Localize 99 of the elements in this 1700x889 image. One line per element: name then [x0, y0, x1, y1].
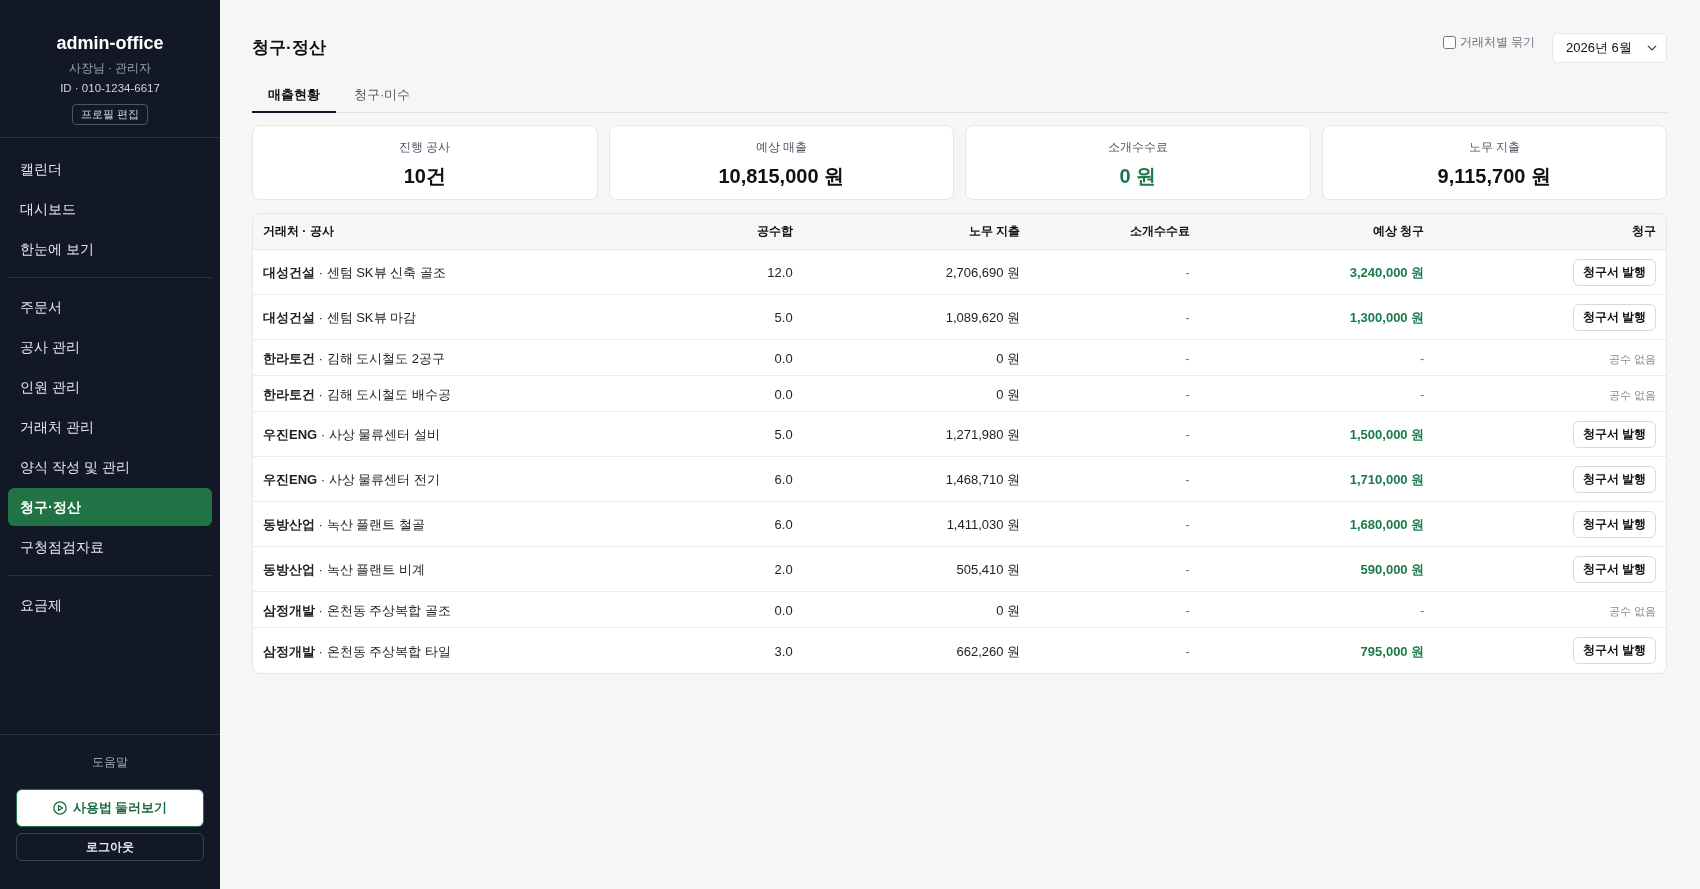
column-header: 예상 청구 — [1372, 223, 1425, 241]
table-cell-text: 1,680,000 원 — [1349, 516, 1425, 535]
issue-invoice-button[interactable]: 청구서 발행 — [1572, 465, 1656, 493]
table-cell-text: 삼정개발 · 온천동 주상복합 타일 — [263, 642, 451, 661]
table-cell-text: 6.0 — [774, 516, 793, 535]
page-title: 청구·정산 — [252, 37, 326, 59]
nav-item[interactable]: 캘린더 — [8, 150, 212, 188]
table-cell-text: - — [1185, 601, 1190, 620]
tab[interactable]: 매출현황 — [252, 79, 336, 113]
account-name: admin-office — [55, 32, 165, 55]
nav-item[interactable]: 양식 작성 및 관리 — [8, 448, 212, 486]
table-cell-text: 1,500,000 원 — [1349, 426, 1425, 445]
table-cell-text: 662,260 원 — [956, 642, 1021, 661]
table-cell-text: 12.0 — [767, 264, 793, 283]
nav-item[interactable]: 구청점검자료 — [8, 528, 212, 566]
tab[interactable]: 청구·미수 — [338, 79, 427, 113]
column-header: 청구 — [1632, 223, 1656, 241]
table-cell-text: 1,300,000 원 — [1349, 309, 1425, 328]
table-cell-text: 0.0 — [774, 601, 793, 620]
stat-value: 0 원 — [1118, 164, 1158, 189]
table-cell-text: 삼정개발 · 온천동 주상복합 골조 — [263, 601, 451, 620]
table-cell-text: 505,410 원 — [956, 561, 1021, 580]
nav-item[interactable]: 공사 관리 — [8, 328, 212, 366]
table-cell-text: 590,000 원 — [1360, 561, 1425, 580]
table-cell-text: 0 원 — [996, 601, 1021, 620]
table-cell-text: 0 원 — [996, 349, 1021, 368]
issue-invoice-button[interactable]: 청구서 발행 — [1572, 555, 1656, 583]
issue-invoice-button[interactable]: 청구서 발행 — [1572, 303, 1656, 331]
table-cell-text: - — [1419, 601, 1425, 620]
table-cell-text: 한라토건 · 김해 도시철도 2공구 — [263, 349, 445, 368]
nav-item[interactable]: 주문서 — [8, 288, 212, 326]
nav-item[interactable]: 청구·정산 — [8, 488, 212, 526]
table-cell-text: 동방산업 · 녹산 플랜트 비계 — [263, 561, 425, 580]
table-cell-text: 0 원 — [996, 385, 1021, 404]
column-header: 거래처 · 공사 — [263, 223, 334, 241]
table-cell-text: 우진ENG · 사상 물류센터 전기 — [263, 471, 440, 490]
status-note: 공수 없음 — [1608, 387, 1656, 403]
stat-value: 10,815,000 원 — [717, 164, 846, 189]
stat-label: 예상 매출 — [754, 139, 808, 155]
table-cell-text: - — [1185, 309, 1190, 328]
table-cell-text: 2,706,690 원 — [945, 264, 1021, 283]
play-circle-icon — [52, 801, 67, 815]
account-role: 사장님 · 관리자 — [67, 61, 153, 76]
table-cell-text: 1,411,030 원 — [946, 516, 1021, 535]
table-cell-text: 3,240,000 원 — [1349, 264, 1425, 283]
table-cell-text: - — [1419, 385, 1425, 404]
table-cell-text: 대성건설 · 센텀 SK뷰 마감 — [263, 309, 417, 328]
table-cell-text: 1,089,620 원 — [945, 309, 1021, 328]
nav-item[interactable]: 거래처 관리 — [8, 408, 212, 446]
nav-item[interactable]: 한눈에 보기 — [8, 230, 212, 268]
table-cell-text: 0.0 — [774, 349, 793, 368]
table-cell-text: - — [1185, 561, 1190, 580]
table-cell-text: 3.0 — [774, 642, 793, 661]
table-cell-text: - — [1185, 385, 1190, 404]
table-cell-text: 0.0 — [774, 385, 793, 404]
table-cell-text: 6.0 — [774, 471, 793, 490]
table-cell-text: 동방산업 · 녹산 플랜트 철골 — [263, 516, 425, 535]
table-cell-text: 1,710,000 원 — [1349, 471, 1425, 490]
table-cell-text: 우진ENG · 사상 물류센터 설비 — [263, 426, 440, 445]
table-cell-text: 한라토건 · 김해 도시철도 배수공 — [263, 385, 451, 404]
nav-item[interactable]: 요금제 — [8, 586, 212, 624]
issue-invoice-button[interactable]: 청구서 발행 — [1572, 510, 1656, 538]
table-cell-text: 대성건설 · 센텀 SK뷰 신축 골조 — [263, 264, 446, 283]
issue-invoice-button[interactable]: 청구서 발행 — [1572, 637, 1656, 665]
month-select[interactable]: 2026년 6월 — [1552, 33, 1667, 63]
checkbox-label: 거래처별 묶기 — [1459, 34, 1535, 51]
nav-item[interactable]: 인원 관리 — [8, 368, 212, 406]
table-cell-text: 1,468,710 원 — [945, 471, 1021, 490]
table-cell-text: - — [1185, 349, 1190, 368]
table-cell-text: - — [1185, 642, 1190, 661]
checkbox[interactable] — [1442, 35, 1456, 49]
stat-label: 노무 지출 — [1467, 139, 1521, 155]
issue-invoice-button[interactable]: 청구서 발행 — [1572, 420, 1656, 448]
table-cell-text: - — [1185, 516, 1190, 535]
account-id: ID · 010-1234-6617 — [59, 81, 161, 96]
stat-value: 10건 — [402, 164, 447, 189]
tour-button[interactable]: 사용법 둘러보기 — [16, 789, 204, 827]
table-cell-text: 2.0 — [774, 561, 793, 580]
issue-invoice-button[interactable]: 청구서 발행 — [1572, 258, 1656, 286]
table-cell-text: - — [1185, 264, 1190, 283]
stat-label: 진행 공사 — [398, 139, 452, 155]
table-cell-text: 1,271,980 원 — [945, 426, 1021, 445]
status-note: 공수 없음 — [1608, 351, 1656, 367]
nav-item[interactable]: 대시보드 — [8, 190, 212, 228]
table-cell-text: - — [1419, 349, 1425, 368]
stat-value: 9,115,700 원 — [1436, 164, 1552, 189]
status-note: 공수 없음 — [1608, 603, 1656, 619]
logout-button[interactable]: 로그아웃 — [16, 833, 204, 861]
table-cell-text: 5.0 — [774, 309, 793, 328]
table-cell-text: - — [1185, 426, 1190, 445]
column-header: 공수합 — [756, 223, 793, 241]
table-cell-text: 795,000 원 — [1360, 642, 1425, 661]
help-label: 도움말 — [91, 754, 129, 771]
table-cell-text: 5.0 — [774, 426, 793, 445]
edit-profile-button[interactable]: 프로필 편집 — [71, 104, 149, 125]
column-header: 노무 지출 — [968, 223, 1021, 241]
stat-label: 소개수수료 — [1106, 139, 1169, 155]
table-cell-text: - — [1185, 471, 1190, 490]
column-header: 소개수수료 — [1129, 223, 1190, 241]
